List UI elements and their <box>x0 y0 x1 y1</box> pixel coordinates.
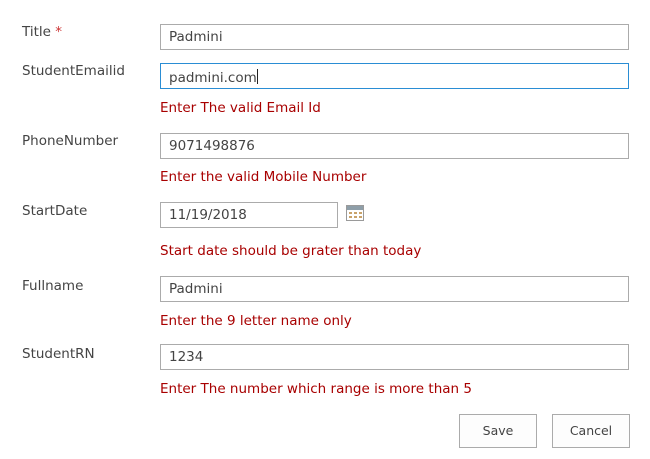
title-input-value: Padmini <box>169 29 223 45</box>
student-rn-value: 1234 <box>169 349 204 365</box>
start-date-error: Start date should be grater than today <box>160 243 422 259</box>
fullname-error: Enter the 9 letter name only <box>160 313 352 329</box>
save-button[interactable]: Save <box>459 414 537 448</box>
title-label-text: Title <box>22 24 51 40</box>
calendar-icon[interactable] <box>346 205 364 221</box>
fullname-value: Padmini <box>169 281 223 297</box>
calendar-icon-header <box>347 206 363 210</box>
start-date-label: StartDate <box>22 203 88 219</box>
student-email-input[interactable]: padmini.com <box>160 63 629 89</box>
student-rn-input[interactable]: 1234 <box>160 344 629 370</box>
title-input[interactable]: Padmini <box>160 24 629 50</box>
phone-number-input[interactable]: 9071498876 <box>160 133 629 159</box>
student-rn-label: StudentRN <box>22 346 95 362</box>
text-caret <box>256 69 258 84</box>
student-rn-error: Enter The number which range is more tha… <box>160 381 472 397</box>
start-date-input[interactable]: 11/19/2018 <box>160 202 338 228</box>
cancel-button[interactable]: Cancel <box>552 414 630 448</box>
title-label: Title * <box>22 24 62 40</box>
student-email-label: StudentEmailid <box>22 63 125 79</box>
required-marker: * <box>55 24 62 40</box>
phone-number-value: 9071498876 <box>169 138 255 154</box>
phone-number-label: PhoneNumber <box>22 133 119 149</box>
fullname-input[interactable]: Padmini <box>160 276 629 302</box>
student-form: Title * Padmini StudentEmailid padmini.c… <box>0 0 650 459</box>
phone-number-error: Enter the valid Mobile Number <box>160 169 367 185</box>
fullname-label: Fullname <box>22 278 84 294</box>
student-email-value: padmini.com <box>169 70 257 86</box>
student-email-error: Enter The valid Email Id <box>160 100 321 116</box>
start-date-value: 11/19/2018 <box>169 207 247 223</box>
